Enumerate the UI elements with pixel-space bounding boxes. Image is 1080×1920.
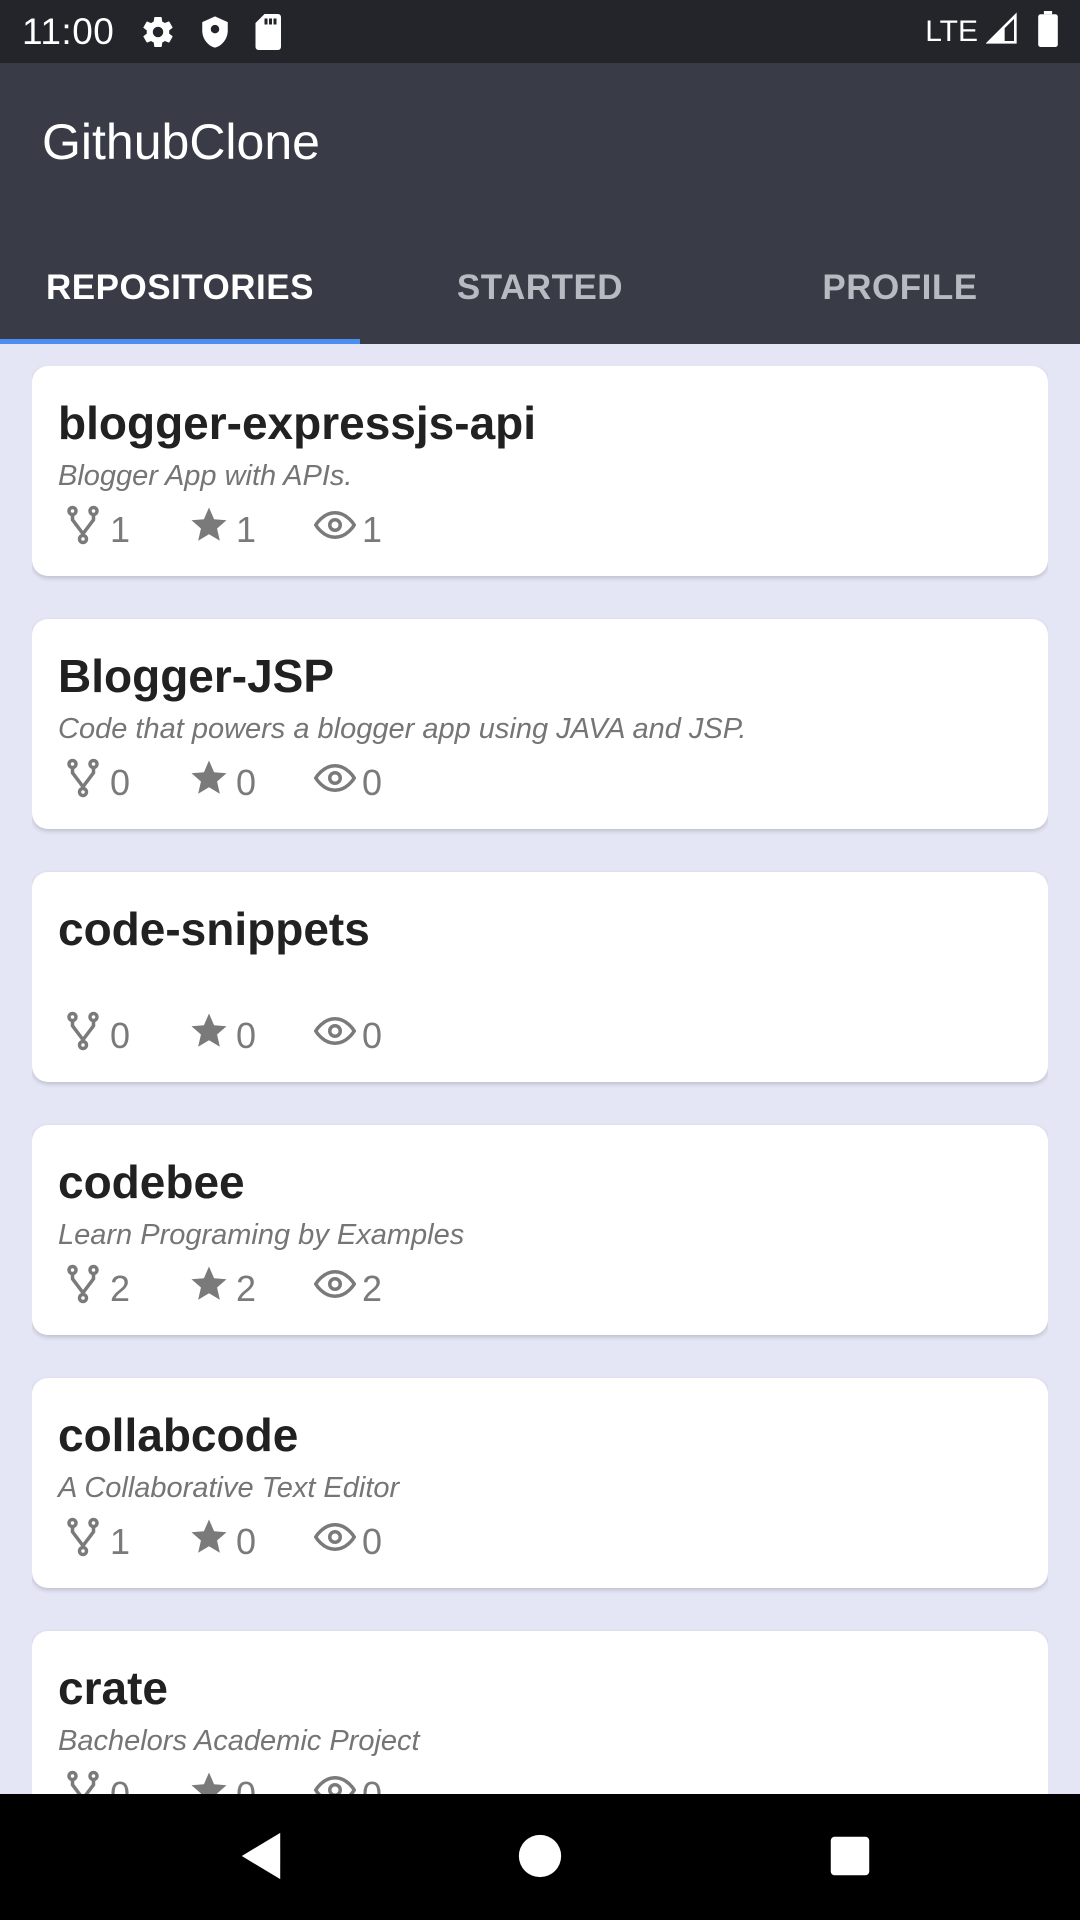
star-stat: 0 [188,1769,314,1794]
watcher-stat: 0 [313,1769,440,1795]
tab-bar: REPOSITORIES STARTED PROFILE [0,231,1080,344]
repository-description: Learn Programing by Examples [58,1219,465,1251]
star-stat: 0 [188,1516,314,1567]
fork-icon [62,1516,110,1567]
tab-repositories[interactable]: REPOSITORIES [0,231,360,344]
repository-name: Blogger-JSP [58,650,335,702]
repository-name: crate [58,1662,168,1714]
fork-count: 1 [110,1520,131,1562]
repository-description: Code that powers a blogger app using JAV… [58,713,747,745]
star-count: 2 [236,1267,257,1309]
star-stat: 0 [188,757,314,808]
star-count: 0 [236,1014,257,1056]
fork-icon [62,504,110,555]
fork-count: 0 [110,761,131,803]
repository-stats: 0 0 0 [62,1769,440,1794]
repository-card[interactable]: codebee Learn Programing by Examples 2 2 2 [32,1125,1048,1335]
watcher-stat: 1 [313,504,440,555]
eye-icon [313,1010,362,1061]
eye-icon [313,504,362,555]
repository-card[interactable]: code-snippets 0 0 0 [32,872,1048,1082]
network-type: LTE [925,14,978,48]
repository-stats: 0 0 0 [62,1010,440,1061]
star-count: 0 [236,1773,257,1795]
fork-count: 2 [110,1267,131,1309]
star-count: 0 [236,1520,257,1562]
watcher-stat: 0 [313,1516,440,1567]
repository-description: Bachelors Academic Project [58,1725,420,1757]
fork-icon [62,757,110,808]
battery-icon [1038,11,1058,52]
repository-name: collabcode [58,1409,299,1461]
repository-name: codebee [58,1156,245,1208]
eye-icon [313,1516,362,1567]
repository-stats: 1 1 1 [62,504,440,555]
star-count: 1 [236,508,257,550]
repository-description: A Collaborative Text Editor [58,1472,400,1504]
watcher-count: 1 [362,508,383,550]
star-count: 0 [236,761,257,803]
repository-card[interactable]: blogger-expressjs-api Blogger App with AP… [32,366,1048,576]
app-bar: GithubClone REPOSITORIES STARTED PROFILE [0,63,1080,344]
watcher-stat: 0 [313,1010,440,1061]
watcher-count: 0 [362,1014,383,1056]
fork-stat: 0 [62,1010,188,1061]
watcher-count: 0 [362,1520,383,1562]
status-time: 11:00 [22,10,115,52]
recents-button[interactable] [828,1831,872,1886]
repository-stats: 1 0 0 [62,1516,440,1567]
fork-stat: 0 [62,757,188,808]
star-icon [188,504,236,555]
star-icon [188,1263,236,1314]
fork-stat: 0 [62,1769,188,1794]
fork-stat: 1 [62,504,188,555]
watcher-count: 2 [362,1267,383,1309]
watcher-stat: 2 [313,1263,440,1314]
fork-stat: 1 [62,1516,188,1567]
star-stat: 2 [188,1263,314,1314]
shield-icon [198,14,232,50]
watcher-count: 0 [362,761,383,803]
signal-icon [985,12,1018,51]
fork-count: 1 [110,508,131,550]
repository-description: Blogger App with APIs. [58,460,353,492]
eye-icon [313,757,362,808]
star-icon [188,1769,236,1794]
fork-icon [62,1010,110,1061]
repository-name: code-snippets [58,903,370,955]
eye-icon [313,1263,362,1314]
eye-icon [313,1769,362,1794]
fork-count: 0 [110,1014,131,1056]
repository-stats: 2 2 2 [62,1263,440,1314]
repository-card[interactable]: Blogger-JSP Code that powers a blogger ap… [32,619,1048,829]
repository-list[interactable]: blogger-expressjs-api Blogger App with AP… [32,366,1048,1794]
tab-started[interactable]: STARTED [360,231,720,344]
watcher-stat: 0 [313,757,440,808]
repository-card[interactable]: crate Bachelors Academic Project 0 0 0 [32,1631,1048,1794]
star-icon [188,1516,236,1567]
star-stat: 1 [188,504,314,555]
star-icon [188,1010,236,1061]
app-title: GithubClone [42,114,320,170]
tab-indicator [0,339,360,344]
fork-icon [62,1769,110,1794]
star-icon [188,757,236,808]
watcher-count: 0 [362,1773,383,1795]
repository-card[interactable]: collabcode A Collaborative Text Editor 1 0 0 [32,1378,1048,1588]
repository-stats: 0 0 0 [62,757,440,808]
status-bar: 11:00 LTE [0,0,1080,63]
navigation-bar [0,1794,1080,1920]
repository-name: blogger-expressjs-api [58,397,537,449]
back-button[interactable] [237,1831,285,1886]
settings-icon [140,14,176,50]
tab-profile[interactable]: PROFILE [720,231,1080,344]
home-button[interactable] [516,1831,564,1886]
star-stat: 0 [188,1010,314,1061]
sd-card-icon [254,13,284,50]
fork-stat: 2 [62,1263,188,1314]
fork-count: 0 [110,1773,131,1795]
fork-icon [62,1263,110,1314]
